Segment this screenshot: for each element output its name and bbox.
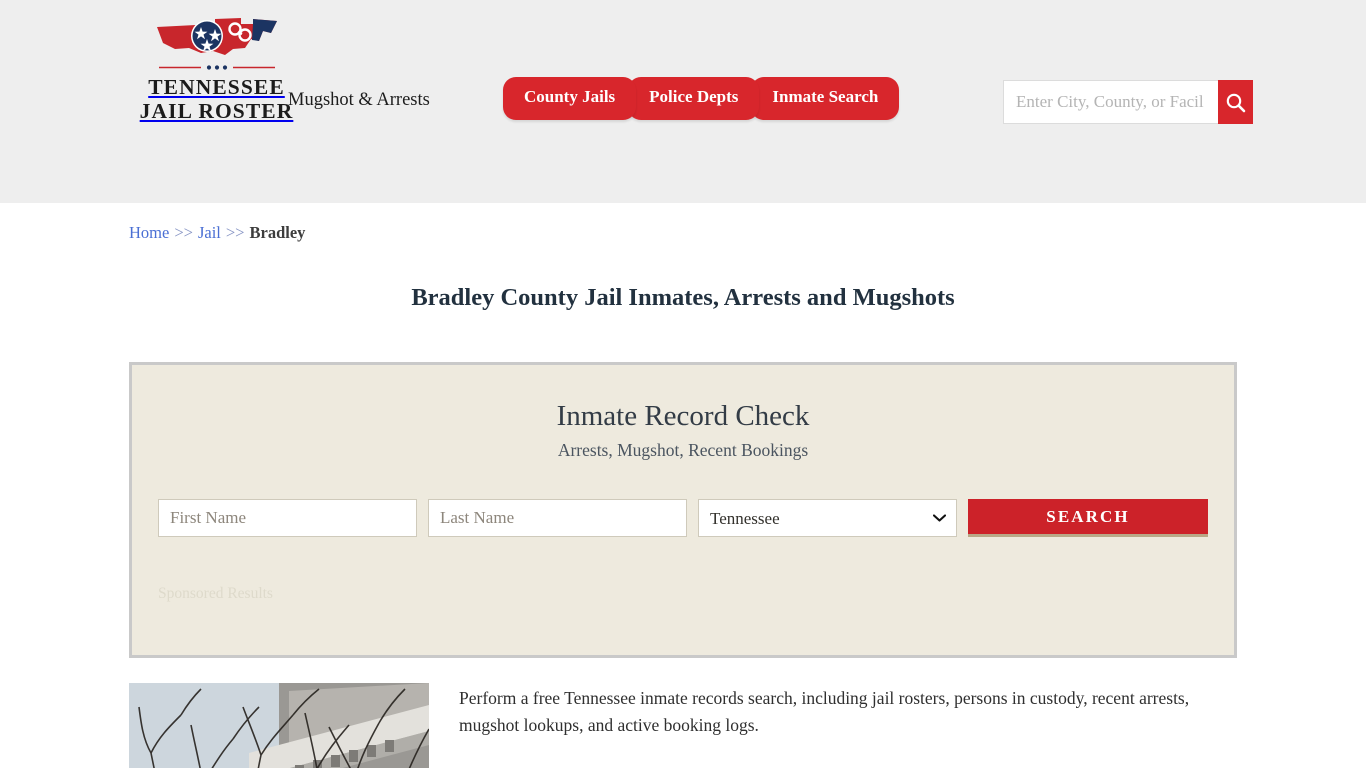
- brand-name-line2: JAIL ROSTER: [139, 99, 294, 124]
- record-check-panel: Inmate Record Check Arrests, Mugshot, Re…: [129, 361, 1237, 658]
- logo-divider-icon: [158, 65, 275, 70]
- nav-item-county-jails[interactable]: County Jails: [503, 77, 637, 120]
- breadcrumb-current: Bradley: [249, 223, 306, 242]
- first-name-input[interactable]: [158, 499, 417, 538]
- state-select[interactable]: Tennessee: [698, 499, 957, 538]
- jail-building-photo-icon: [129, 682, 429, 768]
- breadcrumb-separator-2: >>: [225, 223, 245, 242]
- state-select-wrapper: Tennessee: [698, 499, 957, 538]
- header-search-input[interactable]: [1003, 80, 1219, 124]
- jail-photo: [129, 682, 429, 768]
- record-check-section: Inmate Record Check Arrests, Mugshot, Re…: [113, 361, 1253, 658]
- brand-name-line1: TENNESSEE: [148, 75, 285, 99]
- page-title: Bradley County Jail Inmates, Arrests and…: [411, 284, 955, 311]
- record-check-search-button[interactable]: SEARCH: [968, 499, 1208, 538]
- record-check-form: Tennessee SEARCH: [158, 499, 1208, 538]
- breadcrumb-jail[interactable]: Jail: [198, 223, 221, 242]
- nav-item-police-depts[interactable]: Police Depts: [628, 77, 760, 120]
- nav-item-inmate-search[interactable]: Inmate Search: [751, 77, 900, 120]
- header-search-form: [1003, 80, 1253, 124]
- main-navigation: County Jails Police Depts Inmate Search: [503, 77, 900, 120]
- article-section: Perform a free Tennessee inmate records …: [113, 658, 1253, 768]
- record-check-title: Inmate Record Check: [556, 399, 810, 432]
- site-tagline: Mugshot & Arrests: [288, 90, 430, 110]
- site-logo[interactable]: TENNESSEE JAIL ROSTER: [129, 15, 304, 123]
- header-inner: TENNESSEE JAIL ROSTER Mugshot & Arrests …: [113, 0, 1253, 203]
- search-icon: [1226, 93, 1246, 112]
- header-search-button[interactable]: [1218, 80, 1253, 124]
- breadcrumb-home[interactable]: Home: [129, 223, 169, 242]
- article-paragraph-1: Perform a free Tennessee inmate records …: [459, 687, 1190, 735]
- site-header: TENNESSEE JAIL ROSTER Mugshot & Arrests …: [0, 0, 1366, 203]
- sponsored-results-label: Sponsored Results: [158, 585, 273, 603]
- article-copy: Perform a free Tennessee inmate records …: [459, 683, 1237, 768]
- tennessee-state-handcuffs-logo-icon: [156, 18, 277, 55]
- breadcrumb-separator-1: >>: [174, 223, 193, 242]
- breadcrumb: Home >> Jail >> Bradley: [113, 203, 1253, 243]
- last-name-input[interactable]: [428, 499, 687, 538]
- record-check-subtitle: Arrests, Mugshot, Recent Bookings: [557, 440, 809, 461]
